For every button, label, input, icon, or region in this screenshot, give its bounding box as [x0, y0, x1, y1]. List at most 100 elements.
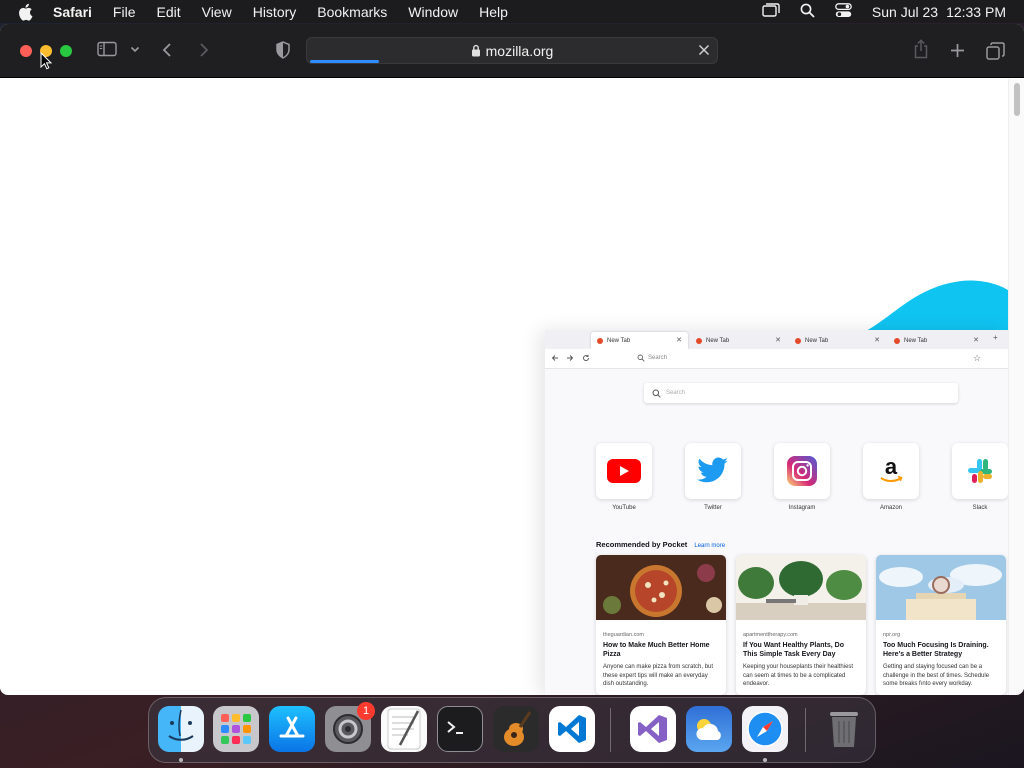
- menu-clock[interactable]: Sun Jul 23 12:33 PM: [872, 4, 1006, 20]
- dock-textedit-icon[interactable]: [381, 706, 427, 752]
- safari-toolbar: mozilla.org: [0, 24, 1024, 78]
- menu-file[interactable]: File: [113, 4, 136, 20]
- pocket-card: npr.org Too Much Focusing Is Draining. H…: [876, 555, 1006, 695]
- dock-separator: [805, 708, 806, 752]
- sidebar-toggle-icon[interactable]: [97, 41, 117, 57]
- firefox-tab: New Tab ✕: [789, 332, 886, 349]
- youtube-logo-icon: [607, 459, 641, 483]
- dock-garageband-icon[interactable]: [493, 706, 539, 752]
- share-icon[interactable]: [913, 39, 929, 59]
- card-source: theguardian.com: [603, 632, 644, 638]
- firefox-tab: New Tab ✕: [690, 332, 787, 349]
- close-window-button[interactable]: [20, 45, 32, 57]
- menu-history[interactable]: History: [253, 4, 297, 20]
- pocket-heading: Recommended by Pocket Learn more: [596, 540, 725, 549]
- firefox-tab-close-icon: ✕: [973, 337, 979, 344]
- clock-time: 12:33 PM: [946, 3, 1006, 20]
- web-content-area[interactable]: New Tab ✕ New Tab ✕ New Tab ✕ New Tab ✕: [0, 79, 1024, 695]
- apple-menu-icon[interactable]: [17, 3, 37, 21]
- card-description: Anyone can make pizza from scratch, but …: [603, 664, 714, 687]
- decorative-wave-graphic: [866, 280, 1012, 331]
- top-site-label: Slack: [972, 505, 988, 511]
- desk-clock-photo-image: [876, 555, 1006, 620]
- firefox-new-tab-plus-icon: +: [993, 333, 998, 342]
- firefox-tab-strip: New Tab ✕ New Tab ✕ New Tab ✕ New Tab ✕: [545, 330, 1010, 349]
- top-site-instagram: Instagram: [774, 443, 830, 511]
- stop-loading-x-icon[interactable]: [697, 43, 711, 57]
- dock-weather-icon[interactable]: [686, 706, 732, 752]
- clock-date: Sun Jul 23: [871, 3, 939, 20]
- top-site-label: YouTube: [612, 505, 636, 511]
- amazon-logo-icon: a: [880, 456, 903, 482]
- instagram-logo-icon: [787, 456, 817, 486]
- firefox-tab-label: New Tab: [607, 337, 631, 344]
- dock-safari-icon[interactable]: [742, 706, 788, 752]
- firefox-back-arrow-icon: [551, 354, 559, 364]
- firefox-screenshot-preview: New Tab ✕ New Tab ✕ New Tab ✕ New Tab ✕: [545, 330, 1010, 695]
- slack-logo-icon: [968, 459, 992, 483]
- firefox-tab-label: New Tab: [706, 337, 730, 344]
- firefox-tab-label: New Tab: [904, 337, 928, 344]
- top-site-label: Instagram: [788, 505, 816, 511]
- firefox-tab-favicon-icon: [894, 337, 900, 344]
- address-bar[interactable]: mozilla.org: [306, 37, 718, 64]
- dock-app-store-icon[interactable]: [269, 706, 315, 752]
- firefox-tab-favicon-icon: [597, 337, 603, 344]
- twitter-bird-icon: [697, 457, 728, 483]
- dock-launchpad-icon[interactable]: [213, 706, 259, 752]
- top-site-amazon: a Amazon: [863, 443, 919, 511]
- firefox-search-box: Search: [644, 383, 958, 403]
- top-site-twitter: Twitter: [685, 443, 741, 511]
- top-site-slack: Slack: [952, 443, 1008, 511]
- menu-edit[interactable]: Edit: [156, 4, 180, 20]
- control-center-icon[interactable]: [835, 2, 852, 21]
- pocket-learn-more-link: Learn more: [694, 543, 726, 549]
- tab-group-chevron-down-icon[interactable]: [130, 46, 140, 53]
- dock-vscode-icon[interactable]: [549, 706, 595, 752]
- card-title: How to Make Much Better Home Pizza: [603, 642, 710, 658]
- pocket-card: theguardian.com How to Make Much Better …: [596, 555, 726, 695]
- dock: 1: [148, 697, 876, 763]
- system-settings-notification-badge: 1: [357, 702, 375, 720]
- pocket-heading-text: Recommended by Pocket: [596, 540, 688, 549]
- card-title: If You Want Healthy Plants, Do This Simp…: [743, 642, 844, 658]
- back-arrow-icon[interactable]: [162, 42, 172, 58]
- tab-overview-icon[interactable]: [986, 42, 1005, 60]
- page-load-progress-bar: [310, 60, 379, 63]
- menu-bookmarks[interactable]: Bookmarks: [317, 4, 387, 20]
- firefox-tab-label: New Tab: [805, 337, 829, 344]
- dock-finder-icon[interactable]: [158, 706, 204, 752]
- top-site-label: Twitter: [704, 505, 722, 511]
- menu-bar: Safari File Edit View History Bookmarks …: [0, 0, 1024, 23]
- firefox-search-placeholder: Search: [666, 390, 686, 396]
- firefox-tab-favicon-icon: [696, 337, 702, 344]
- dock-terminal-icon[interactable]: [437, 706, 483, 752]
- menu-view[interactable]: View: [202, 4, 232, 20]
- scrollbar-thumb[interactable]: [1014, 83, 1020, 116]
- card-description: Getting and staying focused can be a cha…: [883, 664, 990, 687]
- vertical-scrollbar[interactable]: [1008, 79, 1024, 695]
- lock-icon: [471, 44, 481, 57]
- privacy-shield-icon[interactable]: [275, 41, 291, 59]
- safari-window: mozilla.org New Tab ✕ New Tab ✕ New Tab …: [0, 24, 1024, 695]
- menu-app-name[interactable]: Safari: [53, 4, 92, 20]
- forward-arrow-icon[interactable]: [199, 42, 209, 58]
- spotlight-search-icon[interactable]: [800, 3, 815, 21]
- screen-mirroring-icon[interactable]: [762, 3, 780, 20]
- dock-running-indicator: [763, 758, 767, 762]
- top-site-label: Amazon: [879, 505, 902, 511]
- zoom-window-button[interactable]: [60, 45, 72, 57]
- menu-window[interactable]: Window: [408, 4, 458, 20]
- svg-text:a: a: [885, 456, 898, 479]
- new-tab-plus-icon[interactable]: [950, 43, 965, 58]
- houseplants-photo-image: [736, 555, 866, 620]
- menu-help[interactable]: Help: [479, 4, 508, 20]
- firefox-address-search-icon: [637, 354, 645, 364]
- firefox-forward-arrow-icon: [566, 354, 574, 364]
- dock-trash-icon[interactable]: [821, 706, 867, 752]
- firefox-reload-icon: [582, 354, 590, 364]
- firefox-nav-bar: Search ☆: [545, 349, 1010, 369]
- dock-visual-studio-icon[interactable]: [630, 706, 676, 752]
- card-source: apartmenttherapy.com: [743, 632, 798, 638]
- firefox-tab-close-icon: ✕: [676, 337, 682, 344]
